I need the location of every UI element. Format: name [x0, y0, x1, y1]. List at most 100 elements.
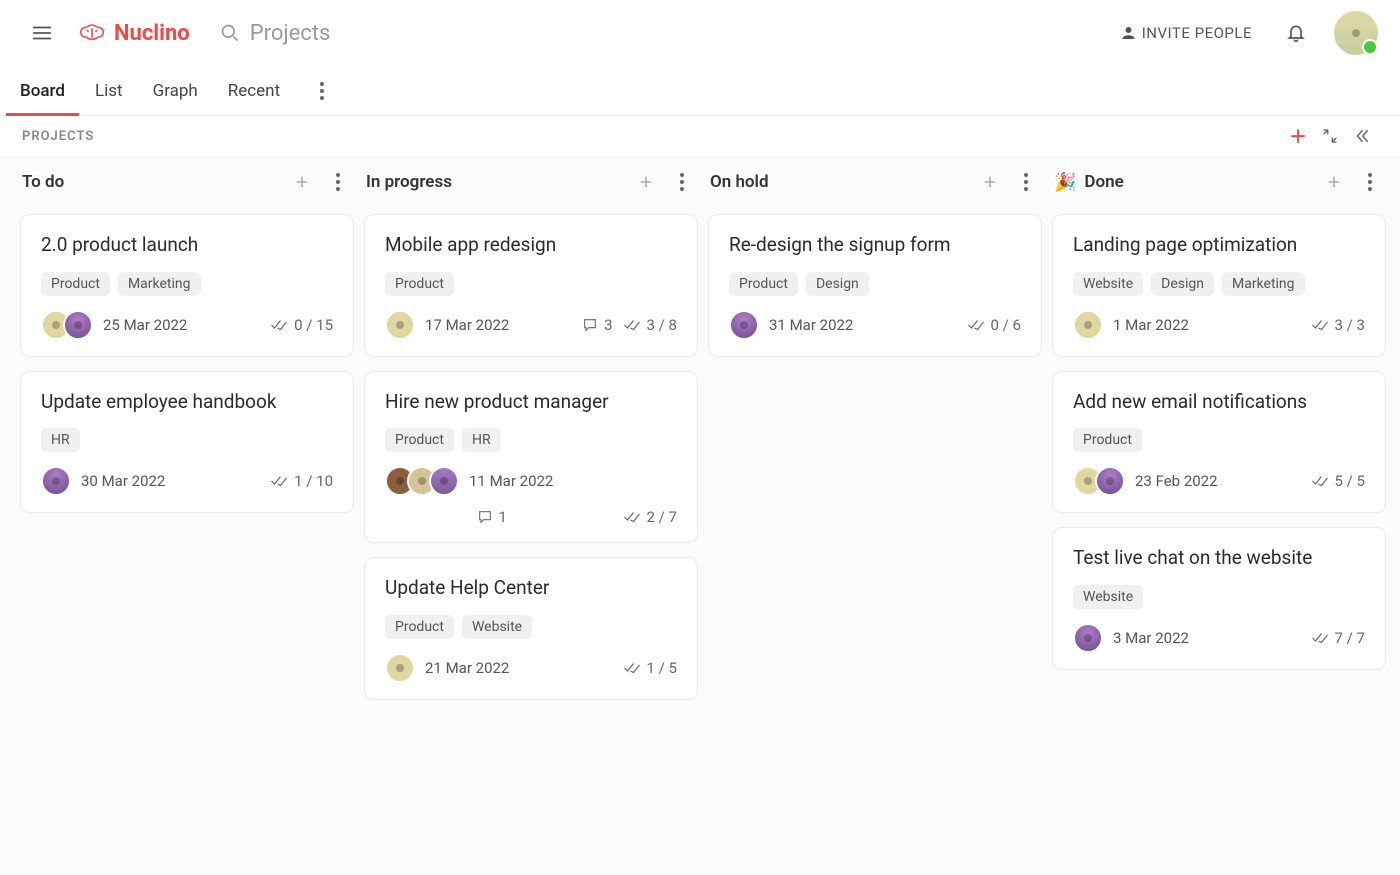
card-title: Mobile app redesign: [385, 233, 677, 258]
card-footer-extra: 12 / 7: [385, 508, 677, 526]
column-header: On hold: [708, 164, 1042, 200]
column-to-do: To do2.0 product launchProductMarketing2…: [20, 164, 354, 513]
tag: Product: [41, 272, 110, 296]
dots-vertical-icon: [320, 82, 324, 100]
card[interactable]: Update Help CenterProductWebsite21 Mar 2…: [364, 557, 698, 700]
card-footer: 21 Mar 20221 / 5: [385, 653, 677, 683]
checklist-icon: [967, 318, 985, 332]
add-card-button[interactable]: [288, 168, 316, 196]
search-icon: [220, 23, 240, 43]
tag: Design: [806, 272, 869, 296]
card-tags: WebsiteDesignMarketing: [1073, 272, 1365, 296]
dots-vertical-icon: [336, 173, 340, 191]
card-footer: 1 Mar 20223 / 3: [1073, 310, 1365, 340]
avatar: [1073, 623, 1103, 653]
card-date: 11 Mar 2022: [469, 472, 553, 490]
tag: Marketing: [1222, 272, 1305, 296]
view-tab-list[interactable]: List: [95, 66, 123, 115]
card[interactable]: Test live chat on the websiteWebsite3 Ma…: [1052, 527, 1386, 670]
card[interactable]: Add new email notificationsProduct23 Feb…: [1052, 371, 1386, 514]
column-header: To do: [20, 164, 354, 200]
card-avatars: [385, 310, 415, 340]
collapse-icon: [1321, 127, 1339, 145]
view-tabs-more-button[interactable]: [310, 82, 334, 100]
card-avatars: [1073, 310, 1103, 340]
add-column-button[interactable]: [1282, 120, 1314, 152]
notifications-button[interactable]: [1276, 13, 1316, 53]
search-input[interactable]: Projects: [220, 21, 331, 46]
checklist-icon: [623, 661, 641, 675]
avatar: [429, 466, 459, 496]
card-footer: 31 Mar 2022 0 / 6: [729, 310, 1021, 340]
plus-icon: [1326, 174, 1342, 190]
avatar: [1073, 310, 1103, 340]
card-title: Hire new product manager: [385, 390, 677, 415]
card-avatars: [1073, 623, 1103, 653]
card-tags: ProductHR: [385, 428, 677, 452]
column-more-button[interactable]: [668, 168, 696, 196]
checklist-icon: [1311, 631, 1329, 645]
card-avatars: [385, 466, 459, 496]
add-card-button[interactable]: [976, 168, 1004, 196]
tag: Website: [1073, 585, 1143, 609]
current-user-avatar[interactable]: [1334, 11, 1378, 55]
view-tab-board[interactable]: Board: [20, 66, 65, 115]
column-done: 🎉DoneLanding page optimizationWebsiteDes…: [1052, 164, 1386, 670]
avatar: [729, 310, 759, 340]
card-avatars: [385, 653, 415, 683]
menu-button[interactable]: [22, 13, 62, 53]
card-title: Landing page optimization: [1073, 233, 1365, 258]
column-more-button[interactable]: [1356, 168, 1384, 196]
column-more-button[interactable]: [1012, 168, 1040, 196]
invite-people-button[interactable]: INVITE PEOPLE: [1108, 18, 1262, 48]
column-title: On hold: [710, 172, 769, 192]
card-date: 31 Mar 2022: [769, 316, 853, 334]
plus-icon: [1289, 127, 1307, 145]
card[interactable]: Landing page optimizationWebsiteDesignMa…: [1052, 214, 1386, 357]
board-toolbar: PROJECTS: [0, 116, 1400, 156]
card[interactable]: Hire new product manager ProductHR 11 Mar …: [364, 371, 698, 544]
card-checklist: 0 / 6: [967, 316, 1022, 334]
view-tab-graph[interactable]: Graph: [153, 66, 198, 115]
card-avatars: [41, 466, 71, 496]
card-title: 2.0 product launch: [41, 233, 333, 258]
card-date: 17 Mar 2022: [425, 316, 509, 334]
hide-sidebar-button[interactable]: [1346, 120, 1378, 152]
add-card-button[interactable]: [632, 168, 660, 196]
plus-icon: [638, 174, 654, 190]
avatar: [1095, 466, 1125, 496]
comment-icon: [477, 509, 493, 525]
column-title: Done: [1084, 172, 1123, 192]
collapse-columns-button[interactable]: [1314, 120, 1346, 152]
card-title: Add new email notifications: [1073, 390, 1365, 415]
avatar: [385, 310, 415, 340]
card-avatars: [729, 310, 759, 340]
dots-vertical-icon: [1368, 173, 1372, 191]
card[interactable]: Update employee handbookHR30 Mar 20221 /…: [20, 371, 354, 514]
avatar: [385, 653, 415, 683]
card-date: 25 Mar 2022: [103, 316, 187, 334]
card-title: Update employee handbook: [41, 390, 333, 415]
column-on-hold: On hold Re-design the signup formProductD…: [708, 164, 1042, 357]
dots-vertical-icon: [680, 173, 684, 191]
card-date: 21 Mar 2022: [425, 659, 509, 677]
card[interactable]: Re-design the signup formProductDesign31…: [708, 214, 1042, 357]
card-checklist: 3 / 3: [1311, 316, 1366, 334]
card[interactable]: 2.0 product launch ProductMarketing 25 Mar…: [20, 214, 354, 357]
tag: Design: [1151, 272, 1214, 296]
bell-icon: [1286, 23, 1306, 43]
card[interactable]: Mobile app redesignProduct17 Mar 202233 …: [364, 214, 698, 357]
comment-icon: [582, 317, 598, 333]
card-tags: ProductMarketing: [41, 272, 333, 296]
card-footer: 30 Mar 20221 / 10: [41, 466, 333, 496]
view-tab-recent[interactable]: Recent: [228, 66, 280, 115]
column-more-button[interactable]: [324, 168, 352, 196]
add-card-button[interactable]: [1320, 168, 1348, 196]
app-logo[interactable]: Nuclino: [76, 21, 190, 46]
card-date: 23 Feb 2022: [1135, 472, 1218, 490]
tag: Product: [385, 272, 454, 296]
column-title: To do: [22, 172, 64, 192]
card-footer: 25 Mar 2022 0 / 15: [41, 310, 333, 340]
card-checklist: 0 / 15: [270, 316, 333, 334]
column-emoji: 🎉: [1054, 172, 1076, 193]
